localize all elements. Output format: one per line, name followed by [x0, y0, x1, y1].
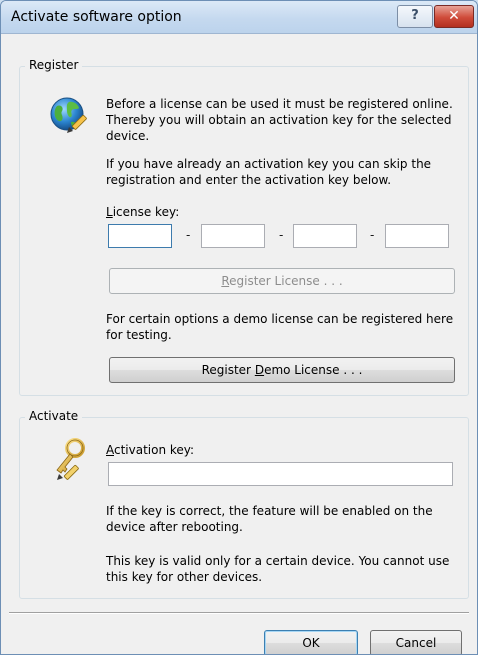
activate-legend: Activate: [25, 409, 83, 423]
license-key-label: License key:: [106, 204, 179, 220]
register-license-mnemonic: R: [221, 274, 230, 288]
license-key-separator: -: [370, 228, 375, 242]
activation-valid-text: This key is valid only for a certain dev…: [106, 554, 450, 584]
license-key-field-2[interactable]: [201, 224, 265, 248]
activation-correct-text: If the key is correct, the feature will …: [106, 504, 433, 534]
register-demo-label: emo License . . .: [264, 363, 363, 377]
license-key-separator: -: [279, 228, 284, 242]
register-legend: Register: [25, 58, 83, 72]
license-key-separator: -: [186, 228, 191, 242]
cancel-button[interactable]: Cancel: [370, 630, 462, 654]
license-key-field-3[interactable]: [293, 224, 357, 248]
register-license-label: egister License . . .: [229, 274, 343, 288]
close-icon: ✕: [448, 8, 460, 24]
globe-pencil-icon: [50, 97, 87, 133]
license-key-label-rest: icense key:: [112, 205, 180, 219]
dialog-body: Register Before a license can be used it…: [9, 34, 469, 654]
register-license-button[interactable]: Register License . . .: [109, 268, 455, 294]
help-icon: ?: [411, 8, 419, 23]
demo-license-text: For certain options a demo license can b…: [106, 312, 454, 342]
register-demo-prefix: Register: [201, 363, 255, 377]
window-title: Activate software option: [11, 9, 182, 25]
title-bar: Activate software option ? ✕: [1, 1, 477, 34]
activation-key-label: Activation key:: [106, 442, 194, 458]
activation-key-mnemonic: A: [106, 443, 114, 457]
register-demo-mnemonic: D: [254, 363, 265, 377]
license-key-field-1[interactable]: [108, 224, 172, 248]
register-intro-text: Before a license can be used it must be …: [106, 97, 453, 143]
close-button[interactable]: ✕: [434, 5, 474, 28]
key-pencil-icon: [56, 438, 85, 480]
license-key-field-4[interactable]: [385, 224, 449, 248]
ok-button[interactable]: OK: [264, 630, 358, 654]
activation-key-label-rest: ctivation key:: [114, 443, 195, 457]
register-demo-license-button[interactable]: Register Demo License . . .: [109, 357, 455, 383]
footer-separator: [9, 612, 469, 614]
activation-key-input[interactable]: [108, 462, 453, 486]
activate-software-option-dialog: Activate software option ? ✕ Register Be…: [0, 0, 478, 655]
help-button[interactable]: ?: [397, 5, 433, 28]
license-key-mnemonic: L: [106, 205, 113, 219]
register-skip-text: If you have already an activation key yo…: [106, 157, 432, 187]
